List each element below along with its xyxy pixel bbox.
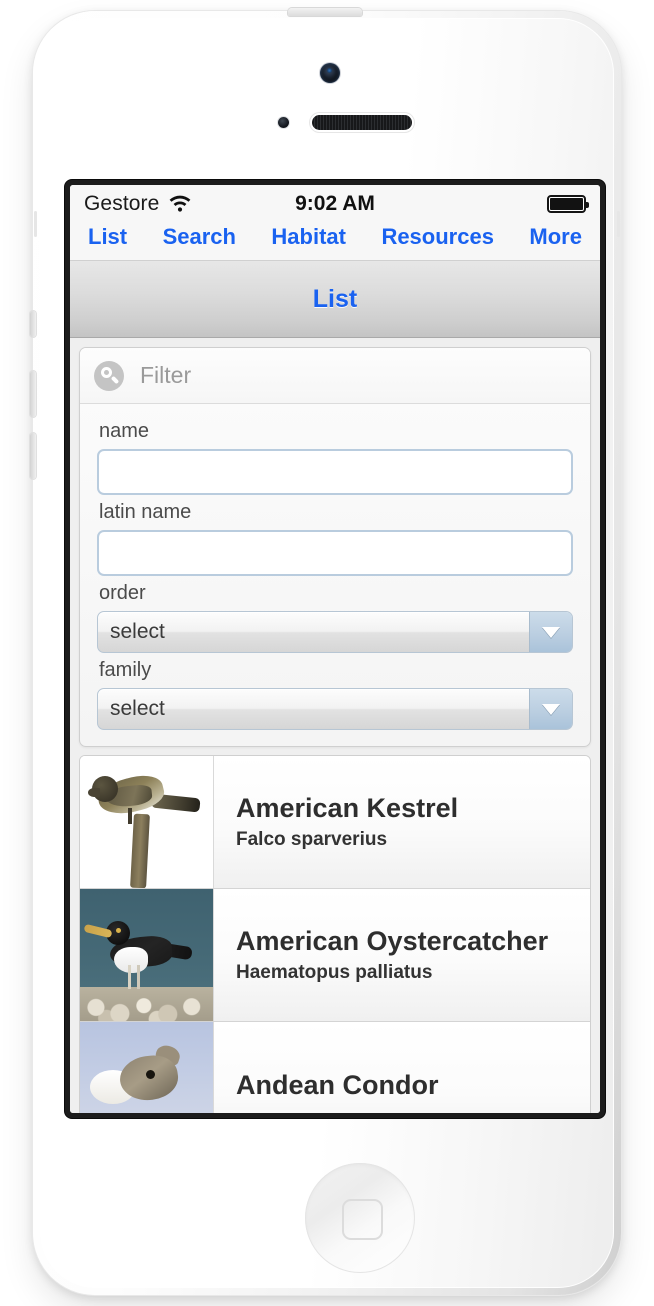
list-item[interactable]: Andean Condor — [80, 1022, 590, 1113]
filter-panel: name latin name order select family — [79, 347, 591, 747]
home-button[interactable] — [305, 1163, 415, 1273]
tab-resources[interactable]: Resources — [381, 224, 494, 250]
tab-search[interactable]: Search — [163, 224, 236, 250]
power-button[interactable] — [288, 8, 362, 16]
earpiece-speaker-icon — [312, 115, 412, 130]
battery-full-icon — [547, 195, 589, 213]
order-select-value: select — [110, 620, 165, 643]
bird-latin-name: Haematopus palliatus — [236, 962, 433, 984]
filter-search-row[interactable] — [80, 348, 590, 404]
family-select-value: select — [110, 697, 165, 720]
front-camera-icon — [320, 63, 340, 83]
bird-name: Andean Condor — [236, 1069, 439, 1100]
chevron-down-icon[interactable] — [529, 612, 572, 652]
home-button-square-icon — [342, 1199, 383, 1240]
page-title-bar: List — [70, 260, 600, 338]
page-title: List — [312, 284, 358, 313]
status-bar: Gestore 9:02 AM — [70, 185, 600, 223]
filter-fields: name latin name order select family sele… — [80, 404, 590, 746]
tab-habitat[interactable]: Habitat — [271, 224, 346, 250]
search-icon — [94, 360, 124, 391]
bird-name: American Kestrel — [236, 792, 459, 823]
field-label-name: name — [99, 420, 150, 442]
bird-info: Andean Condor — [214, 1022, 590, 1113]
proximity-sensor-icon — [278, 117, 289, 128]
bird-info: American Kestrel Falco sparverius — [214, 756, 590, 888]
status-bar-right — [547, 195, 589, 213]
bird-list: American Kestrel Falco sparverius Americ… — [79, 755, 591, 1113]
bird-name: American Oystercatcher — [236, 925, 549, 956]
order-select[interactable]: select — [97, 611, 573, 653]
wifi-icon — [168, 195, 192, 213]
bird-thumbnail — [80, 889, 214, 1021]
screenshot-stage: Gestore 9:02 AM List Search Habitat Reso… — [0, 0, 654, 1306]
field-label-latin-name: latin name — [99, 501, 192, 523]
content-scroll-area[interactable]: name latin name order select family — [70, 338, 600, 1113]
bird-latin-name: Falco sparverius — [236, 829, 388, 851]
phone-screen: Gestore 9:02 AM List Search Habitat Reso… — [70, 185, 600, 1113]
antenna-seam-left — [34, 211, 37, 237]
latin-name-input[interactable] — [97, 530, 573, 576]
filter-search-input[interactable] — [138, 361, 576, 390]
screen-bezel: Gestore 9:02 AM List Search Habitat Reso… — [65, 180, 605, 1118]
bird-info: American Oystercatcher Haematopus pallia… — [214, 889, 590, 1021]
list-item[interactable]: American Oystercatcher Haematopus pallia… — [80, 889, 590, 1022]
volume-up-button[interactable] — [30, 371, 36, 417]
tab-more[interactable]: More — [529, 224, 582, 250]
silent-switch[interactable] — [30, 311, 36, 337]
antenna-seam-right — [617, 211, 620, 237]
field-label-order: order — [99, 582, 146, 604]
family-select[interactable]: select — [97, 688, 573, 730]
chevron-down-icon[interactable] — [529, 689, 572, 729]
volume-down-button[interactable] — [30, 433, 36, 479]
bird-thumbnail — [80, 756, 214, 888]
tab-list[interactable]: List — [88, 224, 127, 250]
carrier-label: Gestore — [84, 192, 160, 215]
list-item[interactable]: American Kestrel Falco sparverius — [80, 756, 590, 889]
field-label-family: family — [99, 659, 152, 681]
name-input[interactable] — [97, 449, 573, 495]
top-nav-tabs: List Search Habitat Resources More — [70, 223, 600, 260]
bird-thumbnail — [80, 1022, 214, 1113]
